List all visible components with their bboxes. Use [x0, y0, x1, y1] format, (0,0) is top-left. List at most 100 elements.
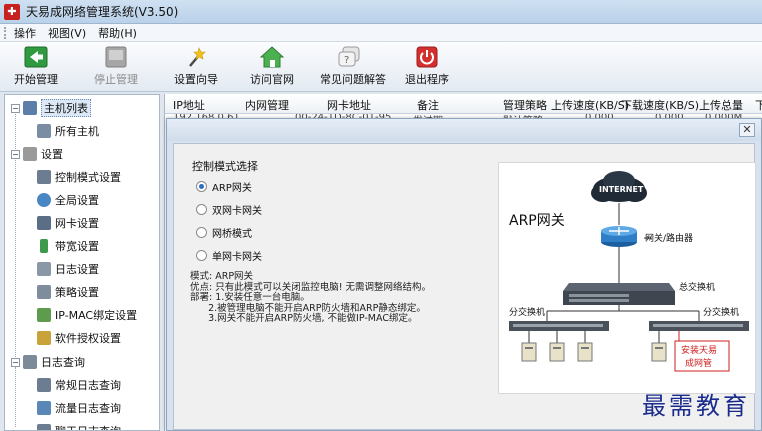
router-icon: [601, 226, 637, 247]
tree-item-settings[interactable]: − 设置: [11, 144, 63, 164]
diagram-title: ARP网关: [509, 213, 565, 229]
tree-item-log-settings[interactable]: 日志设置: [37, 259, 99, 279]
tree-item-bandwidth[interactable]: 带宽设置: [37, 236, 99, 256]
col-mac[interactable]: 网卡地址: [327, 97, 371, 113]
col-ip[interactable]: IP地址: [173, 97, 205, 113]
network-card-icon: [37, 216, 51, 230]
branch-switch-left-icon: [509, 321, 609, 331]
radio-icon[interactable]: [196, 203, 207, 215]
pc-icon: [521, 342, 537, 362]
col-remark[interactable]: 备注: [417, 97, 439, 113]
navigation-tree: − 主机列表 所有主机 − 设置 控制模式设置 全局设置 网卡设置 带宽设置 日…: [4, 94, 160, 431]
desc-line: 3.网关不能开启ARP防火墙, 不能做IP-MAC绑定。: [190, 313, 418, 324]
log-folder-icon: [23, 355, 37, 369]
menu-help[interactable]: 帮助(H): [98, 25, 137, 41]
arrow-down-icon: [40, 239, 48, 253]
col-upload-speed[interactable]: 上传速度(KB/S): [551, 97, 629, 113]
group-title: 控制模式选择: [190, 158, 260, 174]
stop-icon: [104, 46, 128, 68]
tree-item-normal-log[interactable]: 常规日志查询: [37, 375, 121, 395]
chart-icon: [37, 401, 51, 415]
col-download-speed[interactable]: 下载速度(KB/S): [621, 97, 699, 113]
chat-icon: [37, 424, 51, 430]
hosts-icon: [37, 124, 51, 138]
tree-item-global[interactable]: 全局设置: [37, 190, 99, 210]
install-label-line1: 安装天易: [681, 344, 717, 356]
magic-wand-icon: [184, 46, 208, 68]
setup-wizard-label: 设置向导: [174, 73, 218, 86]
control-mode-dialog: ✕ 控制模式选择 ARP网关 双网卡网关 网桥模式 单网卡网关 模式: ARP网…: [166, 118, 762, 431]
tree-connector: [15, 157, 16, 367]
collapse-icon[interactable]: −: [11, 357, 20, 367]
branch-switch-left-label: 分交换机: [509, 306, 545, 318]
menu-bar: 操作 视图(V) 帮助(H): [0, 24, 762, 42]
option-single-nic-gateway[interactable]: 单网卡网关: [196, 247, 262, 263]
install-label-line2: 成网管: [685, 357, 712, 369]
option-bridge-mode[interactable]: 网桥模式: [196, 224, 252, 240]
svg-text:?: ?: [344, 55, 349, 66]
col-policy[interactable]: 管理策略: [503, 97, 547, 113]
exit-program-button[interactable]: 退出程序: [404, 46, 450, 90]
title-bar: ✚ 天易成网络管理系统(V3.50): [0, 0, 762, 24]
home-icon: [259, 46, 285, 68]
document-icon: [37, 378, 51, 392]
core-switch-label: 总交换机: [679, 281, 715, 293]
collapse-icon[interactable]: −: [11, 149, 20, 159]
pc-icon: [577, 342, 593, 362]
option-dual-nic-gateway[interactable]: 双网卡网关: [196, 201, 262, 217]
internet-label: INTERNET: [599, 185, 644, 194]
wrench-icon: [23, 147, 37, 161]
pc-icon: [651, 342, 667, 362]
close-button[interactable]: ✕: [739, 123, 755, 137]
col-lan-manage[interactable]: 内网管理: [245, 97, 289, 113]
network-diagram: INTERNET 网关/路由器 ARP网关 总交换机 分交换机 分交换机 安装天…: [498, 162, 756, 394]
gear-icon: [37, 193, 51, 207]
menu-operate[interactable]: 操作: [14, 25, 36, 41]
radio-icon[interactable]: [196, 249, 207, 261]
faq-label: 常见问题解答: [320, 73, 386, 86]
radio-checked-icon[interactable]: [196, 180, 207, 192]
radio-icon[interactable]: [196, 226, 207, 238]
faq-button[interactable]: ? 常见问题解答: [320, 46, 386, 90]
policy-icon: [37, 285, 51, 299]
menu-grip-icon: [4, 26, 8, 39]
binding-icon: [37, 308, 51, 322]
desc-line: 模式: ARP网关: [190, 271, 254, 282]
visit-website-label: 访问官网: [250, 73, 294, 86]
collapse-icon[interactable]: −: [11, 103, 20, 113]
tree-item-all-hosts[interactable]: 所有主机: [37, 121, 99, 141]
table-header: IP地址 内网管理 网卡地址 备注 管理策略 上传速度(KB/S) 下载速度(K…: [165, 94, 762, 114]
faq-icon: ?: [337, 46, 361, 68]
document-icon: [37, 170, 51, 184]
tree-item-nic[interactable]: 网卡设置: [37, 213, 99, 233]
tree-item-chat-log[interactable]: 聊天日志查询: [37, 421, 121, 430]
tree-item-traffic-log[interactable]: 流量日志查询: [37, 398, 121, 418]
col-upload-total[interactable]: 上传总量: [699, 97, 743, 113]
option-arp-gateway[interactable]: ARP网关: [196, 178, 252, 194]
tree-item-ip-mac[interactable]: IP-MAC绑定设置: [37, 305, 137, 325]
tree-connector: [15, 367, 16, 427]
setup-wizard-button[interactable]: 设置向导: [170, 46, 222, 90]
visit-website-button[interactable]: 访问官网: [248, 46, 296, 90]
mode-group: 控制模式选择 ARP网关 双网卡网关 网桥模式 单网卡网关: [184, 158, 474, 266]
tree-item-control-mode[interactable]: 控制模式设置: [37, 167, 121, 187]
branch-switch-right-label: 分交换机: [703, 306, 739, 318]
branch-switch-right-icon: [649, 321, 749, 331]
tree-item-license[interactable]: 软件授权设置: [37, 328, 121, 348]
stop-manage-label: 停止管理: [94, 73, 138, 86]
mode-description: 模式: ARP网关 优点: 只有此模式可以关闭监控电脑! 无需调整网络结构。 部…: [190, 271, 490, 325]
dialog-title-bar[interactable]: ✕: [167, 119, 761, 141]
app-logo-icon: ✚: [4, 3, 20, 20]
desc-line: 部署: 1.安装任意一台电脑。: [190, 292, 310, 303]
start-manage-button[interactable]: 开始管理: [10, 46, 62, 90]
tree-item-log-query[interactable]: − 日志查询: [11, 352, 85, 372]
start-icon: [24, 46, 48, 68]
key-icon: [37, 331, 51, 345]
stop-manage-button[interactable]: 停止管理: [90, 46, 142, 90]
core-switch-icon: [563, 283, 675, 305]
router-label: 网关/路由器: [645, 232, 693, 244]
menu-view[interactable]: 视图(V): [48, 25, 86, 41]
tree-item-policy[interactable]: 策略设置: [37, 282, 99, 302]
tree-item-host-list[interactable]: − 主机列表: [11, 98, 91, 118]
col-more[interactable]: 下: [755, 97, 762, 113]
